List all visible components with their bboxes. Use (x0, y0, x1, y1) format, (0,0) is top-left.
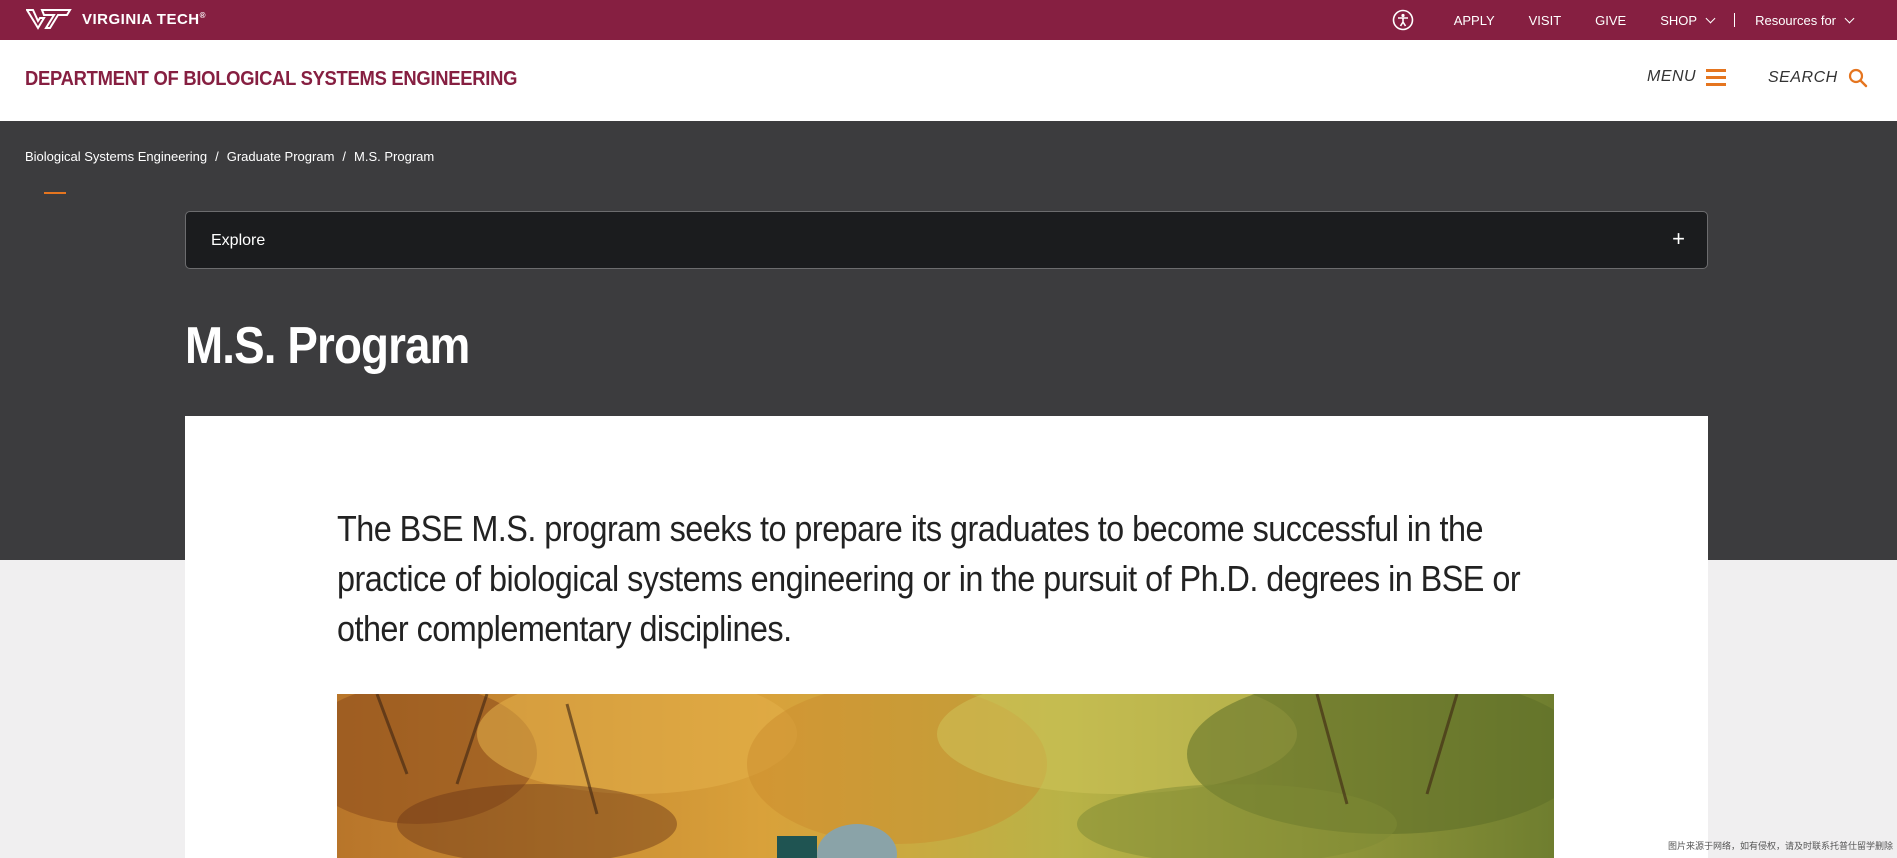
resources-for-label: Resources for (1755, 12, 1836, 28)
breadcrumb-separator: / (342, 149, 347, 164)
menu-label: MENU (1647, 68, 1697, 85)
site-header: DEPARTMENT OF BIOLOGICAL SYSTEMS ENGINEE… (0, 40, 1897, 121)
top-bar: VIRGINIA TECH® APPLY VISIT GIVE SHOP Res… (0, 0, 1897, 40)
breadcrumb-item[interactable]: Graduate Program (227, 149, 335, 164)
chevron-down-icon (1705, 13, 1716, 23)
accessibility-icon[interactable] (1392, 9, 1414, 31)
virginia-tech-wordmark: VIRGINIA TECH® (82, 10, 207, 28)
virginia-tech-logo[interactable]: VIRGINIA TECH® (26, 8, 206, 30)
chevron-down-icon (1844, 13, 1855, 23)
visit-link[interactable]: VISIT (1529, 13, 1562, 28)
breadcrumb-item[interactable]: Biological Systems Engineering (25, 149, 207, 164)
hamburger-icon (1706, 69, 1727, 86)
explore-accordion[interactable]: Explore + (185, 211, 1708, 269)
intro-paragraph: The BSE M.S. program seeks to prepare it… (337, 508, 1521, 649)
explore-label: Explore (211, 232, 266, 249)
top-nav: APPLY VISIT GIVE SHOP Resources for (1392, 0, 1855, 40)
breadcrumb-separator: / (215, 149, 219, 164)
breadcrumb-current: M.S. Program (354, 149, 435, 164)
nav-divider (1734, 13, 1736, 27)
search-button[interactable]: SEARCH (1768, 68, 1868, 88)
shop-dropdown[interactable]: SHOP (1660, 12, 1716, 28)
accent-dash (44, 192, 66, 194)
plus-icon: + (1672, 226, 1685, 251)
search-icon (1848, 68, 1867, 88)
vt-logo-icon (26, 9, 72, 30)
department-title[interactable]: DEPARTMENT OF BIOLOGICAL SYSTEMS ENGINEE… (25, 68, 517, 91)
campus-photo (337, 694, 1554, 858)
search-label: SEARCH (1768, 69, 1838, 86)
image-source-note: 图片来源于网络，如有侵权，请及时联系托普仕留学删除 (1667, 841, 1893, 851)
shop-label: SHOP (1660, 12, 1698, 28)
content-card: The BSE M.S. program seeks to prepare it… (185, 416, 1708, 858)
give-link[interactable]: GIVE (1595, 13, 1626, 28)
page-title: M.S. Program (185, 317, 470, 375)
menu-button[interactable]: MENU (1647, 68, 1727, 86)
resources-for-dropdown[interactable]: Resources for (1755, 12, 1855, 28)
breadcrumb: Biological Systems Engineering / Graduat… (25, 149, 434, 164)
apply-link[interactable]: APPLY (1454, 13, 1495, 28)
